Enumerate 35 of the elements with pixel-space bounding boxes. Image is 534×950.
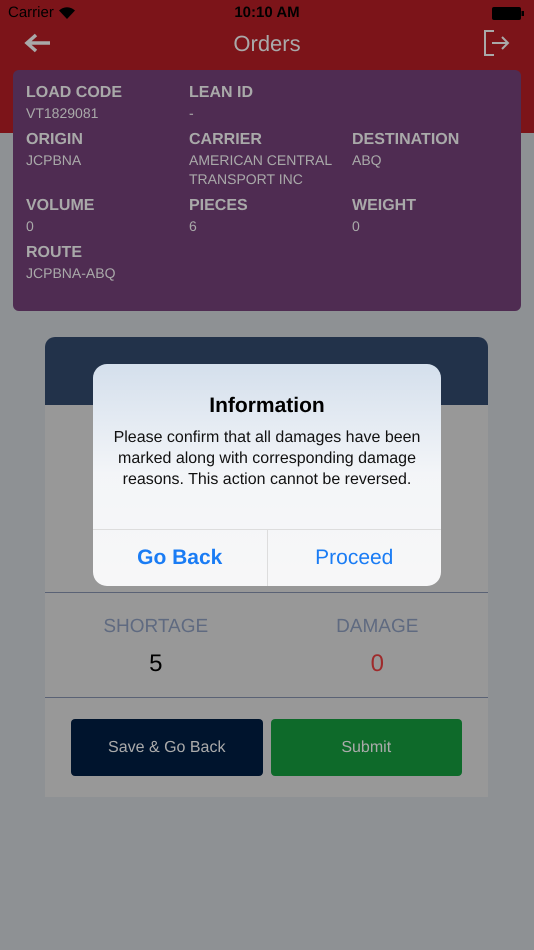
field-label: ROUTE — [26, 243, 83, 263]
back-arrow-icon[interactable] — [24, 32, 52, 54]
field-label: CARRIER — [189, 130, 263, 150]
field-label: LEAN ID — [189, 83, 254, 103]
field-label: VOLUME — [26, 196, 96, 216]
clock-time: 10:10 AM — [234, 2, 300, 23]
dialog-message: Please confirm that all damages have been marked along with corresponding damage reasons. This action cannot be reversed. — [112, 428, 422, 490]
field-value: JCPBNA — [26, 151, 82, 170]
field-value: ABQ — [352, 151, 383, 170]
logout-icon[interactable] — [482, 29, 510, 57]
dialog-title: Information — [209, 393, 325, 419]
dialog-button[interactable]: Proceed — [266, 530, 441, 586]
field-value: - — [189, 104, 195, 123]
field-label: WEIGHT — [352, 196, 417, 216]
field-value: VT1829081 — [26, 104, 100, 123]
action-button[interactable]: Save & Go Back — [71, 719, 262, 776]
field-label: PIECES — [189, 196, 249, 216]
field-value: 6 — [189, 217, 198, 236]
summary-label: SHORTAGE — [103, 615, 208, 639]
field-value: AMERICAN CENTRAL TRANSPORT INC — [189, 151, 333, 189]
field-label: LOAD CODE — [26, 83, 123, 103]
field-value: 0 — [26, 217, 35, 236]
carrier-label: Carrier — [8, 2, 54, 23]
summary-value: 5 — [149, 648, 162, 678]
screen-title: Orders — [233, 30, 301, 58]
wifi-icon — [58, 7, 75, 19]
battery-icon — [492, 6, 524, 20]
action-button[interactable]: Submit — [270, 719, 462, 776]
field-label: DESTINATION — [352, 130, 460, 150]
dialog-button[interactable]: Go Back — [93, 530, 266, 586]
field-value: JCPBNA-ABQ — [26, 264, 116, 283]
summary-label: DAMAGE — [336, 615, 418, 639]
field-value: 0 — [352, 217, 361, 236]
field-label: ORIGIN — [26, 130, 84, 150]
summary-value: 0 — [370, 648, 384, 678]
